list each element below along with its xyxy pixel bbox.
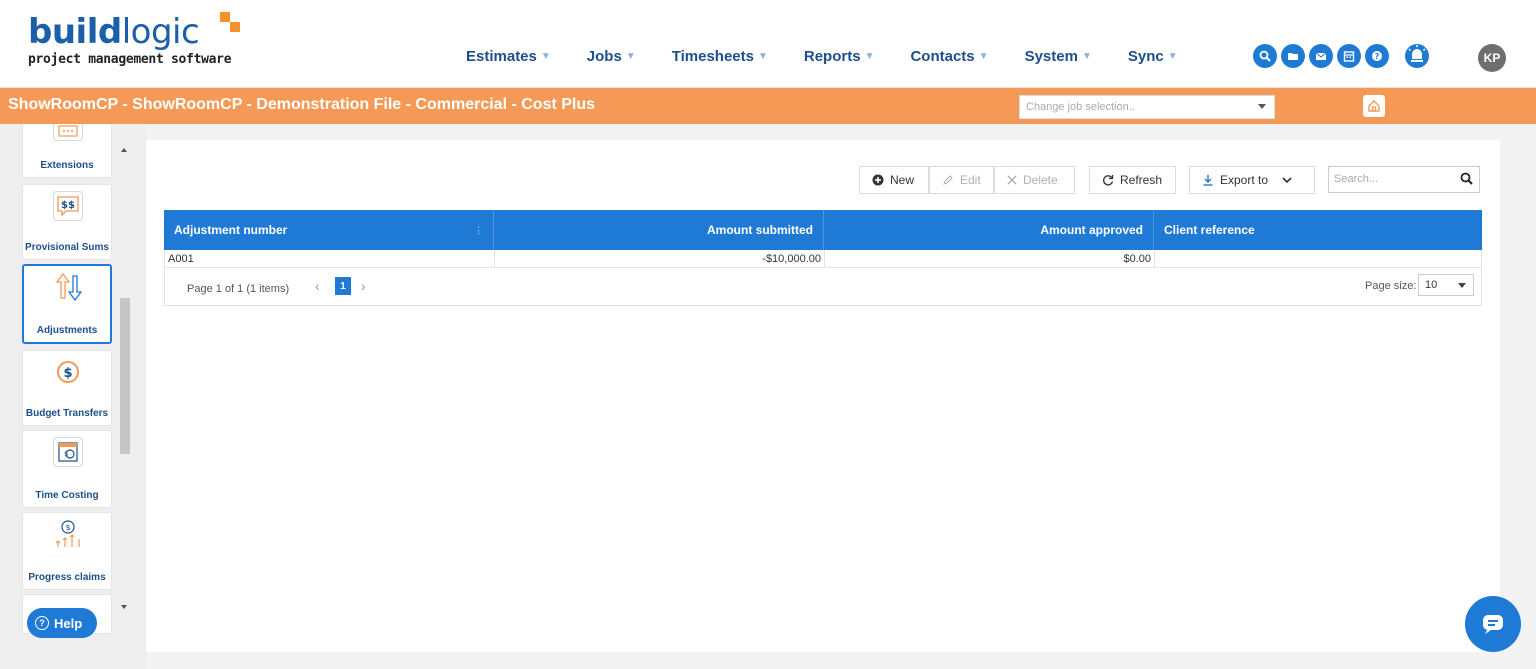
time-costing-icon: $ (53, 437, 83, 467)
up-down-arrows-icon (54, 272, 84, 302)
chevron-down-icon: ▼ (1081, 51, 1092, 62)
nav-contacts[interactable]: Contacts ▼ (910, 48, 988, 65)
nav-system[interactable]: System ▼ (1025, 48, 1092, 65)
sidebar-item-progress-claims[interactable]: $ Progress claims (22, 512, 112, 590)
top-bar: buildlogic project management software E… (0, 0, 1536, 88)
chevron-down-icon: ▼ (864, 51, 875, 62)
chevron-right-icon[interactable]: › (361, 278, 366, 294)
chevron-down-icon (1282, 173, 1292, 187)
new-button[interactable]: New (859, 166, 929, 194)
mail-icon[interactable] (1309, 44, 1333, 68)
chevron-down-icon: ▼ (978, 51, 989, 62)
edit-button[interactable]: Edit (929, 166, 994, 194)
brand-logo[interactable]: buildlogic project management software (28, 12, 240, 67)
svg-text:$: $ (63, 366, 72, 381)
logo-squares-icon (216, 12, 242, 42)
money-icon: $$ (53, 191, 83, 221)
nav-jobs[interactable]: Jobs ▼ (587, 48, 636, 65)
column-header-amount-approved[interactable]: Amount approved (824, 210, 1154, 250)
chevron-down-icon: ▼ (540, 51, 551, 62)
logo-text-light: logic (121, 12, 200, 52)
svg-text:$: $ (64, 450, 68, 458)
folder-icon[interactable] (1281, 44, 1305, 68)
job-selection-placeholder: Change job selection.. (1026, 101, 1135, 113)
help-icon: ? (35, 616, 49, 630)
caret-down-icon (1258, 104, 1266, 109)
chevron-down-icon: ▼ (1167, 51, 1178, 62)
sidebar-item-extensions[interactable]: Extensions (22, 124, 112, 178)
refresh-icon (1102, 174, 1114, 186)
export-dropdown[interactable]: Export to (1189, 166, 1315, 194)
cell-adjustment-number: A001 (165, 250, 495, 267)
sidebar: Extensions $$ Provisional Sums Adjustmen… (0, 124, 118, 654)
pencil-icon (942, 174, 954, 186)
svg-text:$: $ (65, 523, 70, 532)
main-nav: Estimates ▼ Jobs ▼ Timesheets ▼ Reports ▼ Co… (466, 48, 1214, 65)
delete-button[interactable]: Delete (994, 166, 1075, 194)
cell-client-reference (1155, 250, 1481, 267)
logo-text-bold: build (28, 12, 122, 52)
help-icon[interactable]: ? (1365, 44, 1389, 68)
close-icon (1007, 175, 1017, 185)
header-tools: ? (1253, 44, 1393, 68)
nav-sync[interactable]: Sync ▼ (1128, 48, 1178, 65)
sidebar-item-adjustments[interactable]: Adjustments (22, 264, 112, 344)
table-row[interactable]: A001 -$10,000.00 $0.00 (164, 250, 1482, 268)
column-header-adjustment-number[interactable]: Adjustment number ⋮ (164, 210, 494, 250)
chevron-down-icon: ▼ (757, 51, 768, 62)
chat-button[interactable] (1465, 596, 1521, 652)
plus-circle-icon (872, 174, 884, 186)
svg-text:$$: $$ (61, 200, 75, 211)
page-size-select[interactable]: 10 (1418, 274, 1474, 296)
chat-icon (1483, 615, 1503, 634)
grid-header: Adjustment number ⋮ Amount submitted Amou… (164, 210, 1482, 250)
cell-amount-approved: $0.00 (825, 250, 1155, 267)
dollar-cycle-icon: $ (53, 357, 83, 387)
nav-timesheets[interactable]: Timesheets ▼ (672, 48, 768, 65)
chevron-down-icon: ▼ (625, 51, 636, 62)
job-title: ShowRoomCP - ShowRoomCP - Demonstration … (8, 96, 596, 113)
home-button[interactable] (1363, 95, 1385, 117)
progress-claims-icon: $ (53, 519, 83, 549)
sort-icon: ⋮ (474, 224, 483, 235)
column-header-amount-submitted[interactable]: Amount submitted (494, 210, 824, 250)
user-avatar[interactable]: KP (1478, 44, 1506, 72)
search-icon[interactable] (1253, 44, 1277, 68)
chevron-left-icon[interactable]: ‹ (315, 278, 320, 294)
calendar-icon (53, 124, 83, 141)
search-input[interactable]: Search... (1328, 166, 1480, 193)
download-icon (1202, 174, 1214, 186)
alert-icon[interactable] (1403, 42, 1431, 70)
page-number-button[interactable]: 1 (335, 277, 351, 295)
sidebar-scroll-thumb[interactable] (120, 298, 130, 454)
calendar-icon[interactable] (1337, 44, 1361, 68)
adjustments-grid: Adjustment number ⋮ Amount submitted Amou… (164, 210, 1482, 306)
cell-amount-submitted: -$10,000.00 (495, 250, 825, 267)
nav-estimates[interactable]: Estimates ▼ (466, 48, 551, 65)
nav-reports[interactable]: Reports ▼ (804, 48, 875, 65)
pager-info: Page 1 of 1 (1 items) (187, 283, 290, 295)
sidebar-item-time-costing[interactable]: $ Time Costing (22, 430, 112, 508)
job-bar: ShowRoomCP - ShowRoomCP - Demonstration … (0, 88, 1536, 124)
sidebar-item-provisional-sums[interactable]: $$ Provisional Sums (22, 184, 112, 260)
sidebar-item-budget-transfers[interactable]: $ Budget Transfers (22, 350, 112, 426)
refresh-button[interactable]: Refresh (1089, 166, 1176, 194)
svg-text:?: ? (1375, 52, 1380, 61)
page-size-label: Page size: (1365, 280, 1417, 292)
search-icon[interactable] (1460, 172, 1473, 188)
column-header-client-reference[interactable]: Client reference (1154, 210, 1482, 250)
home-icon (1368, 100, 1380, 112)
caret-down-icon (1458, 283, 1466, 288)
scroll-up-icon[interactable] (121, 148, 127, 152)
scroll-down-icon[interactable] (121, 605, 127, 609)
grid-pager: Page 1 of 1 (1 items) ‹ 1 › Page size: 1… (164, 268, 1482, 306)
job-selection-dropdown[interactable]: Change job selection.. (1019, 95, 1275, 119)
logo-tagline: project management software (28, 52, 232, 67)
help-button[interactable]: ? Help (27, 608, 97, 638)
